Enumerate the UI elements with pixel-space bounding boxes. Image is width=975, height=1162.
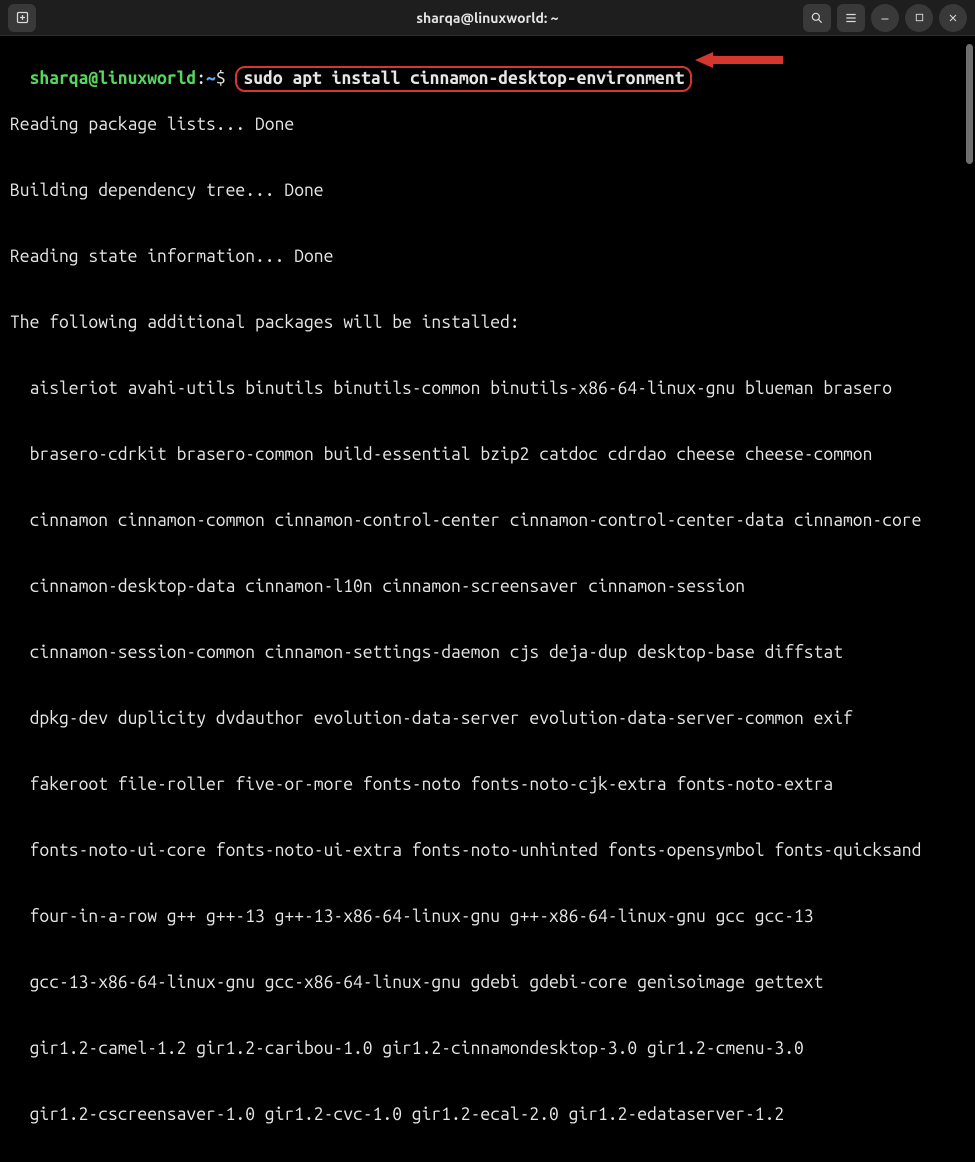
- output-line: Reading state information... Done: [10, 246, 965, 268]
- output-line: Building dependency tree... Done: [10, 180, 965, 202]
- package-row: fakeroot file-roller five-or-more fonts-…: [10, 774, 965, 796]
- terminal-body[interactable]: sharqa@linuxworld:~$ sudo apt install ci…: [0, 36, 975, 581]
- menu-button[interactable]: [837, 4, 865, 32]
- window-title: sharqa@linuxworld: ~: [416, 7, 558, 29]
- search-button[interactable]: [803, 4, 831, 32]
- prompt-path: ~: [206, 69, 216, 88]
- package-row: dpkg-dev duplicity dvdauthor evolution-d…: [10, 708, 965, 730]
- minimize-button[interactable]: [871, 4, 899, 32]
- maximize-button[interactable]: [905, 4, 933, 32]
- package-row: cinnamon-session-common cinnamon-setting…: [10, 642, 965, 664]
- prompt-sep-colon: :: [196, 69, 206, 88]
- package-row: gir1.2-cscreensaver-1.0 gir1.2-cvc-1.0 g…: [10, 1104, 965, 1126]
- output-line: The following additional packages will b…: [10, 312, 965, 334]
- command-highlight: sudo apt install cinnamon-desktop-enviro…: [235, 66, 692, 92]
- package-row: four-in-a-row g++ g++-13 g++-13-x86-64-l…: [10, 906, 965, 928]
- close-button[interactable]: [939, 4, 967, 32]
- package-row: brasero-cdrkit brasero-common build-esse…: [10, 444, 965, 466]
- prompt-user-host: sharqa@linuxworld: [30, 69, 197, 88]
- scrollbar-thumb[interactable]: [966, 44, 973, 164]
- new-tab-button[interactable]: [8, 4, 36, 32]
- package-row: aisleriot avahi-utils binutils binutils-…: [10, 378, 965, 400]
- command-text: sudo apt install cinnamon-desktop-enviro…: [243, 69, 684, 88]
- prompt: sharqa@linuxworld:~$: [30, 69, 236, 88]
- prompt-sep-dollar: $: [216, 69, 236, 88]
- package-row: cinnamon-desktop-data cinnamon-l10n cinn…: [10, 576, 965, 598]
- package-row: cinnamon cinnamon-common cinnamon-contro…: [10, 510, 965, 532]
- package-row: gir1.2-camel-1.2 gir1.2-caribou-1.0 gir1…: [10, 1038, 965, 1060]
- package-row: gcc-13-x86-64-linux-gnu gcc-x86-64-linux…: [10, 972, 965, 994]
- package-row: fonts-noto-ui-core fonts-noto-ui-extra f…: [10, 840, 965, 862]
- output-line: Reading package lists... Done: [10, 114, 965, 136]
- titlebar: sharqa@linuxworld: ~: [0, 0, 975, 36]
